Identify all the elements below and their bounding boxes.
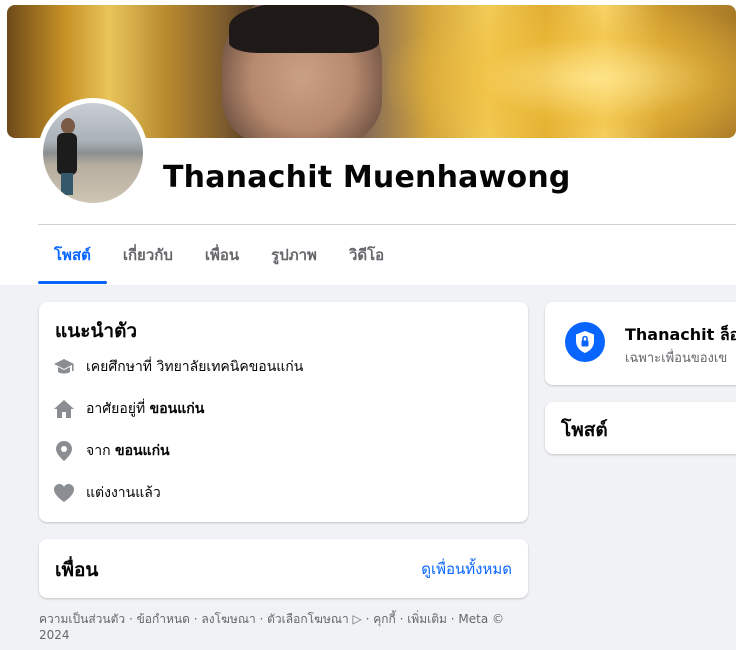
intro-education-text: เคยศึกษาที่ วิทยาลัยเทคนิคขอนแก่น [86,359,304,375]
avatar-person-legs [61,173,73,195]
see-all-friends-link[interactable]: ดูเพื่อนทั้งหมด [421,557,512,581]
tab-videos[interactable]: วิดีโอ [333,226,400,284]
tab-photos[interactable]: รูปภาพ [255,226,333,284]
cover-golden-buddha [387,5,736,138]
avatar[interactable] [43,103,143,203]
intro-from: จาก ขอนแก่น [53,440,170,462]
intro-lives-in: อาศัยอยู่ที่ ขอนแก่น [53,398,204,420]
posts-title: โพสต์ [561,419,608,441]
intro-card: แนะนำตัว เคยศึกษาที่ วิทยาลัยเทคนิคขอนแก… [39,302,528,522]
intro-lives-in-place[interactable]: ขอนแก่น [150,398,205,420]
profile-tabs: โพสต์ เกี่ยวกับ เพื่อน รูปภาพ วิดีโอ [38,226,400,284]
avatar-person-head [61,118,75,134]
intro-relationship: แต่งงานแล้ว [53,482,161,504]
avatar-person-body [57,133,77,175]
friends-title: เพื่อน [55,559,99,581]
location-pin-icon [53,440,75,462]
footer-links[interactable]: ความเป็นส่วนตัว · ข้อกำหนด · ลงโฆษณา · ต… [39,611,519,643]
home-icon [53,398,75,420]
shield-lock-icon [565,322,605,362]
cover-hair [229,5,379,53]
intro-education: เคยศึกษาที่ วิทยาลัยเทคนิคขอนแก่น [53,356,303,378]
tab-posts[interactable]: โพสต์ [38,226,107,284]
intro-from-prefix: จาก [86,443,115,459]
header-divider [38,224,736,225]
tab-about[interactable]: เกี่ยวกับ [107,226,189,284]
intro-lives-in-prefix: อาศัยอยู่ที่ [86,401,150,417]
profile-name: Thanachit Muenhawong [163,160,571,195]
locked-profile-title: Thanachit ล็อก [625,325,736,344]
heart-icon [53,482,75,504]
intro-from-place[interactable]: ขอนแก่น [115,440,170,462]
tab-friends[interactable]: เพื่อน [189,226,255,284]
locked-profile-subtitle: เฉพาะเพื่อนของเข [625,351,728,366]
intro-title: แนะนำตัว [55,320,138,342]
graduation-cap-icon [53,356,75,378]
locked-profile-card: Thanachit ล็อก เฉพาะเพื่อนของเข [545,302,736,385]
friends-card: เพื่อน ดูเพื่อนทั้งหมด [39,539,528,598]
intro-relationship-text: แต่งงานแล้ว [86,485,161,501]
posts-card: โพสต์ [545,402,736,454]
